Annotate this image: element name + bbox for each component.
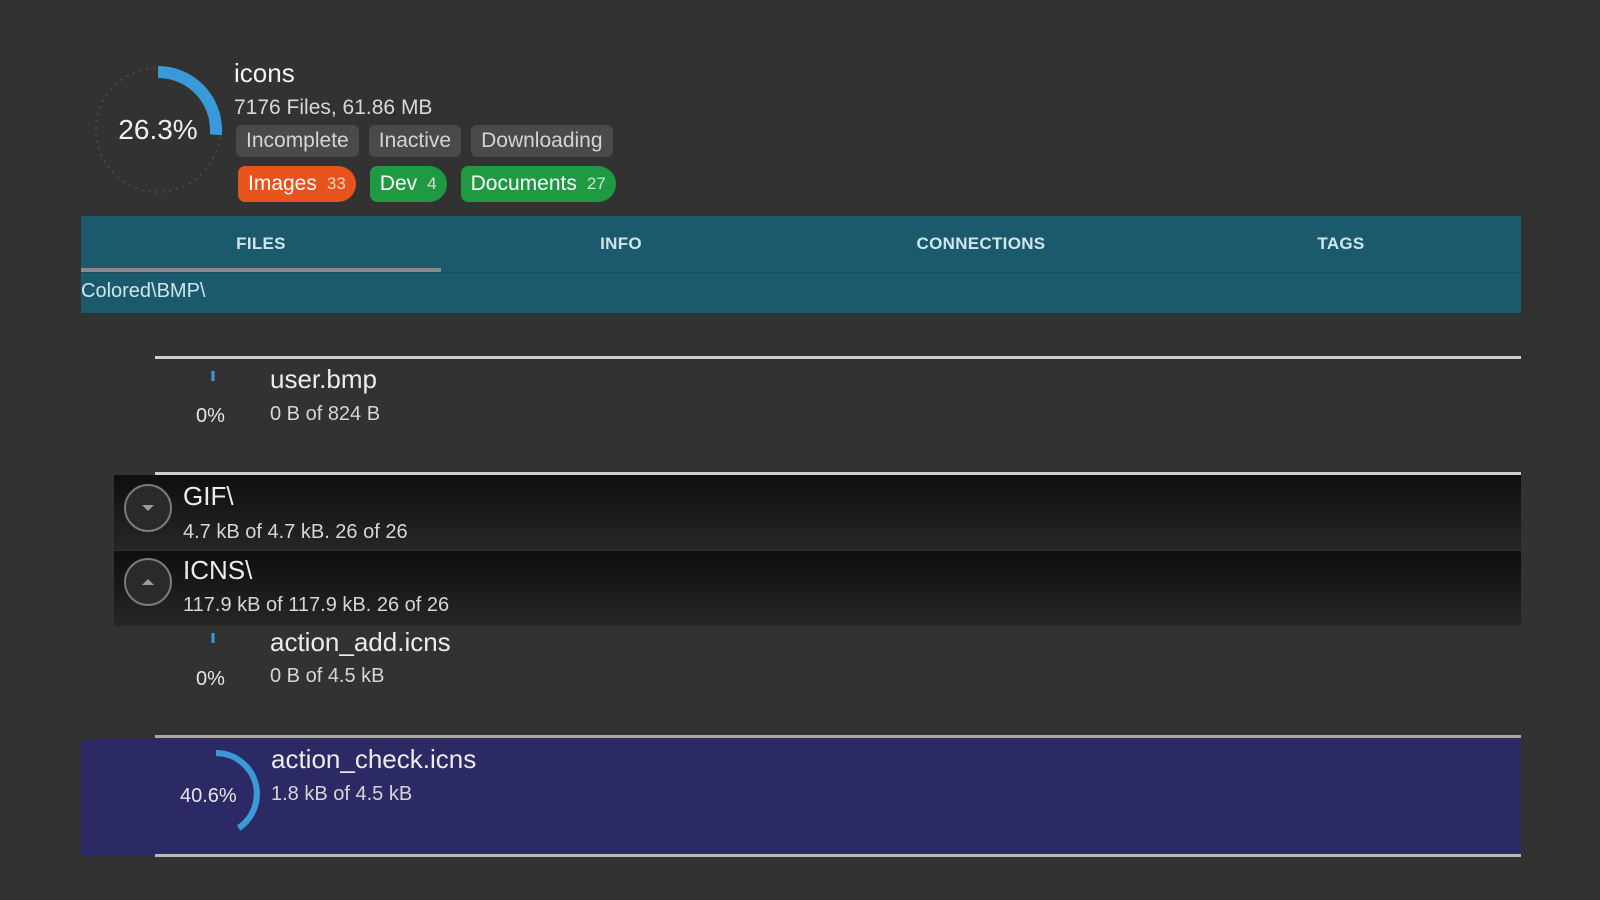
tab-tags[interactable]: TAGS bbox=[1161, 216, 1521, 272]
torrent-meta: 7176 Files, 61.86 MB bbox=[234, 96, 433, 119]
status-chips: Incomplete Inactive Downloading bbox=[236, 125, 613, 157]
tab-files[interactable]: FILES bbox=[81, 216, 441, 272]
folder-name: GIF\ bbox=[183, 481, 234, 511]
file-progress-percent: 0% bbox=[196, 668, 225, 690]
current-path[interactable]: Colored\BMP\ bbox=[81, 280, 206, 303]
tag-label: Documents bbox=[470, 172, 577, 195]
tab-info[interactable]: INFO bbox=[441, 216, 801, 272]
file-name: action_add.icns bbox=[270, 627, 451, 657]
folder-name: ICNS\ bbox=[183, 555, 253, 585]
tab-connections[interactable]: CONNECTIONS bbox=[801, 216, 1161, 272]
chevron-up-icon bbox=[142, 579, 154, 585]
file-progress-percent: 0% bbox=[196, 405, 225, 427]
status-downloading: Downloading bbox=[471, 125, 613, 157]
tag-images[interactable]: Images 33 bbox=[238, 166, 356, 202]
file-size: 0 B of 4.5 kB bbox=[270, 665, 385, 687]
status-inactive: Inactive bbox=[368, 125, 462, 157]
torrent-name: icons bbox=[234, 58, 295, 88]
tag-count: 33 bbox=[326, 174, 346, 193]
tag-label: Images bbox=[248, 172, 317, 195]
tag-dev[interactable]: Dev 4 bbox=[369, 166, 447, 202]
tag-count: 4 bbox=[427, 174, 437, 193]
tag-count: 27 bbox=[586, 174, 606, 193]
file-size: 0 B of 824 B bbox=[270, 403, 381, 425]
path-bar bbox=[81, 272, 1521, 313]
torrent-progress-percent: 26.3% bbox=[118, 114, 198, 145]
row-divider bbox=[155, 356, 1521, 359]
tab-bar: FILES INFO CONNECTIONS TAGS bbox=[81, 216, 1521, 272]
folder-toggle-icns[interactable] bbox=[124, 558, 172, 606]
tag-documents[interactable]: Documents 27 bbox=[460, 166, 616, 202]
tag-chips: Images 33 Dev 4 Documents 27 bbox=[238, 166, 616, 202]
folder-toggle-gif[interactable] bbox=[124, 484, 172, 532]
chevron-down-icon bbox=[142, 505, 154, 511]
file-progress-percent: 40.6% bbox=[180, 785, 237, 807]
status-incomplete: Incomplete bbox=[236, 125, 359, 157]
row-divider bbox=[155, 854, 1521, 857]
tag-label: Dev bbox=[379, 172, 418, 195]
folder-size: 117.9 kB of 117.9 kB. 26 of 26 bbox=[183, 594, 450, 616]
file-size: 1.8 kB of 4.5 kB bbox=[271, 783, 413, 805]
file-name: user.bmp bbox=[270, 364, 377, 394]
file-name: action_check.icns bbox=[271, 744, 477, 774]
folder-size: 4.7 kB of 4.7 kB. 26 of 26 bbox=[183, 521, 408, 543]
row-divider bbox=[155, 735, 1521, 738]
